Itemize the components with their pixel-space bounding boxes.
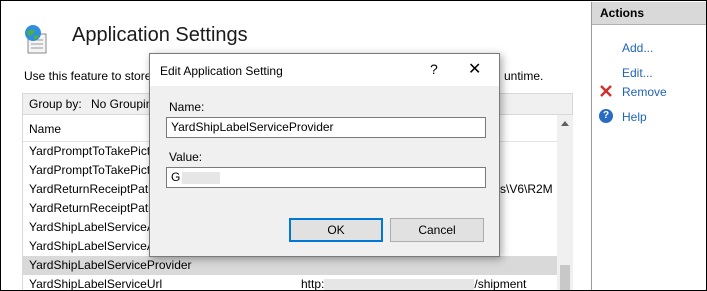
application-settings-icon	[25, 25, 47, 54]
redacted-text	[324, 278, 475, 290]
edit-application-setting-dialog: Edit Application Setting ? ✕ Name: YardS…	[149, 53, 500, 257]
remove-icon	[600, 85, 612, 97]
name-field[interactable]: YardShipLabelServiceProvider	[166, 117, 486, 138]
redacted-text	[182, 171, 221, 184]
row-name: YardPromptToTakePictu	[29, 163, 157, 177]
scroll-thumb[interactable]	[560, 265, 570, 290]
close-icon[interactable]: ✕	[468, 59, 481, 79]
url-suffix: /shipment	[474, 277, 527, 291]
scroll-up-arrow-icon[interactable]	[561, 121, 569, 126]
dialog-title: Edit Application Setting	[160, 64, 283, 78]
add-action-link[interactable]: Add...	[622, 41, 653, 55]
window: Application Settings Use this feature to…	[0, 0, 707, 291]
row-name: YardShipLabelServiceProvider	[29, 258, 192, 272]
table-row[interactable]: YardShipLabelServiceUrl http: /shipment	[23, 275, 558, 291]
edit-action-link[interactable]: Edit...	[622, 66, 653, 80]
vertical-scrollbar[interactable]	[557, 115, 573, 290]
row-name: YardReturnReceiptPath	[29, 201, 155, 215]
actions-title: Actions	[600, 6, 645, 20]
row-name: YardReturnReceiptPath	[29, 182, 155, 196]
url-prefix: http:	[301, 277, 325, 291]
row-value: s\V6\R2M	[500, 182, 553, 196]
value-text: G	[171, 170, 181, 184]
actions-header: Actions	[592, 2, 706, 25]
row-name: YardShipLabelServiceAp	[29, 220, 162, 234]
column-header-name[interactable]: Name	[29, 122, 61, 136]
table-row-selected[interactable]: YardShipLabelServiceProvider	[23, 256, 558, 275]
help-icon: ?	[599, 109, 613, 123]
group-by-label: Group by:	[29, 97, 82, 111]
page-title: Application Settings	[72, 24, 248, 46]
name-label: Name:	[169, 100, 205, 114]
row-name: YardPromptToTakePictu	[29, 144, 157, 158]
actions-pane: Actions Add... Edit... Remove ? Help	[591, 2, 706, 290]
value-field[interactable]: G	[166, 167, 486, 188]
row-name: YardShipLabelServiceUrl	[29, 277, 163, 291]
dialog-help-button[interactable]: ?	[430, 61, 438, 77]
remove-action-link[interactable]: Remove	[622, 85, 667, 99]
cancel-button[interactable]: Cancel	[390, 218, 484, 242]
feature-description: Use this feature to store	[24, 69, 152, 83]
row-name: YardShipLabelServiceAp	[29, 239, 162, 253]
group-by-select[interactable]: No Groupin	[91, 97, 152, 111]
ok-button[interactable]: OK	[289, 218, 383, 242]
feature-description-tail: untime.	[504, 69, 544, 83]
help-action-link[interactable]: Help	[622, 110, 647, 124]
value-label: Value:	[169, 150, 203, 164]
dialog-titlebar[interactable]: Edit Application Setting ? ✕	[150, 54, 499, 86]
row-value: http: /shipment	[301, 277, 527, 291]
